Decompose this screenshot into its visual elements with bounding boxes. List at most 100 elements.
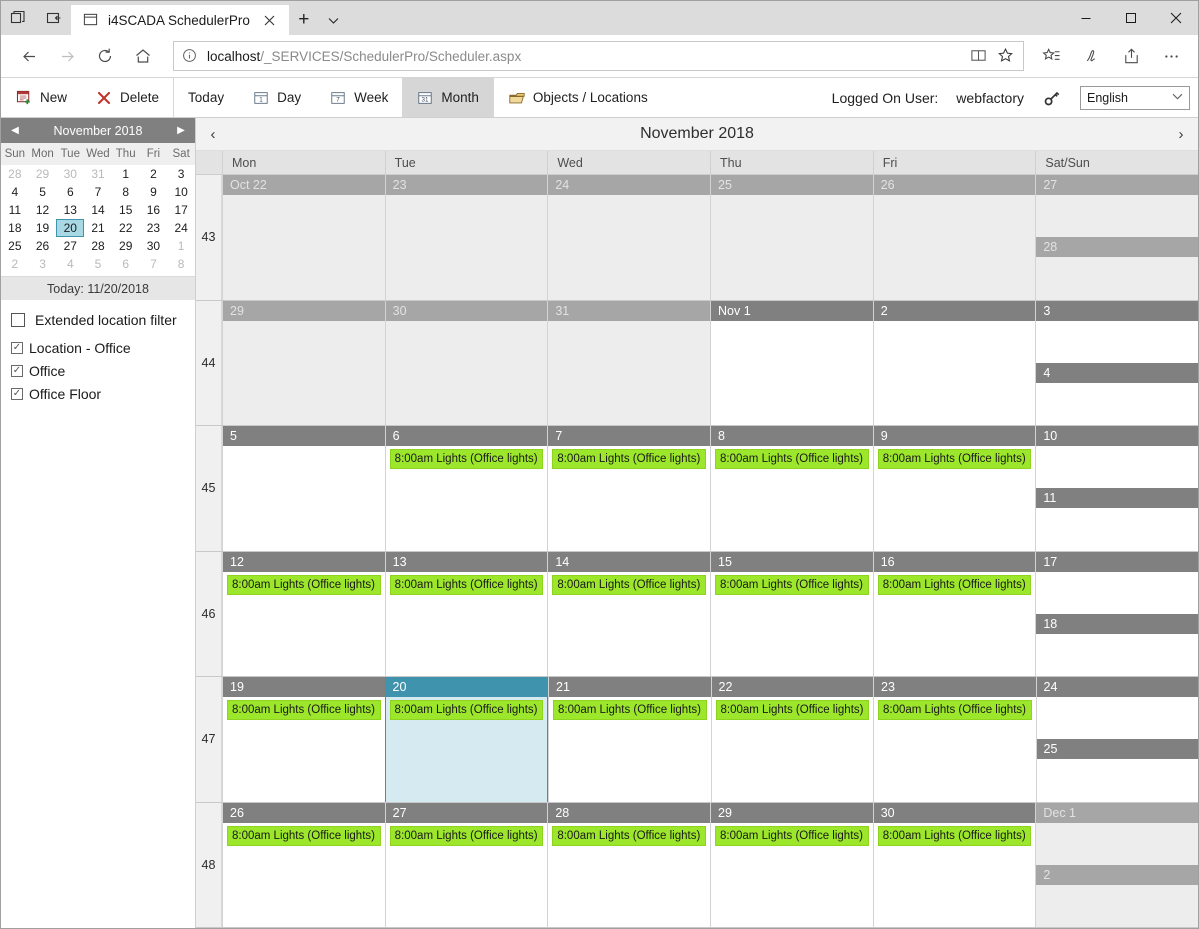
calendar-day-cell[interactable]: 30 xyxy=(384,300,548,425)
mini-day[interactable]: 3 xyxy=(167,165,195,183)
mini-day[interactable]: 1 xyxy=(112,165,140,183)
mini-day[interactable]: 28 xyxy=(1,165,29,183)
mini-day[interactable]: 19 xyxy=(29,219,57,237)
triangle-left-icon[interactable]: ◀ xyxy=(8,125,22,136)
chevron-left-icon[interactable]: ‹ xyxy=(196,118,230,151)
more-ellipsis-icon[interactable] xyxy=(1154,39,1188,73)
mini-day[interactable]: 26 xyxy=(29,237,57,255)
calendar-day-number[interactable]: 15 xyxy=(711,551,873,572)
chevron-right-icon[interactable]: › xyxy=(1164,118,1198,151)
filter-row[interactable]: ✓ Location - Office xyxy=(11,340,195,356)
mini-day[interactable]: 21 xyxy=(84,219,112,237)
new-button[interactable]: New xyxy=(1,78,81,117)
filter-row[interactable]: ✓ Office Floor xyxy=(11,386,195,402)
calendar-day-number[interactable]: 14 xyxy=(548,551,711,572)
calendar-day-number[interactable]: 23 xyxy=(874,677,1036,697)
maximize-icon[interactable] xyxy=(1108,1,1153,35)
calendar-day-cell[interactable]: Nov 1 xyxy=(710,300,873,425)
calendar-day-cell[interactable]: 29 xyxy=(222,300,385,425)
calendar-day-cell[interactable]: 23 xyxy=(384,175,548,300)
calendar-day-cell[interactable]: 25 xyxy=(710,175,873,300)
calendar-event[interactable]: 8:00am Lights (Office lights) xyxy=(227,700,381,720)
mini-day-today[interactable]: 20 xyxy=(56,219,85,237)
calendar-day-number[interactable]: 7 xyxy=(548,426,711,446)
calendar-day-cell-saturday[interactable]: 3 xyxy=(1036,300,1198,363)
mini-day[interactable]: 5 xyxy=(84,255,112,273)
calendar-day-cell[interactable]: 23 8:00am Lights (Office lights) xyxy=(873,677,1036,802)
calendar-day-cell[interactable]: Oct 22 xyxy=(222,175,385,300)
calendar-day-number[interactable]: 31 xyxy=(548,300,711,321)
mini-day[interactable]: 24 xyxy=(167,219,195,237)
mini-day[interactable]: 14 xyxy=(84,201,112,219)
mini-day[interactable]: 9 xyxy=(140,183,168,201)
calendar-day-cell[interactable]: 2 xyxy=(872,300,1036,425)
calendar-day-number[interactable]: 28 xyxy=(548,802,711,823)
calendar-day-cell[interactable]: 28 8:00am Lights (Office lights) xyxy=(547,802,711,927)
mini-day[interactable]: 5 xyxy=(29,183,57,201)
calendar-day-cell[interactable]: 21 8:00am Lights (Office lights) xyxy=(548,677,711,802)
objects-locations-button[interactable]: Objects / Locations xyxy=(494,78,662,117)
close-icon[interactable] xyxy=(259,9,281,31)
calendar-day-cell[interactable]: 6 8:00am Lights (Office lights) xyxy=(384,426,548,551)
mini-day[interactable]: 7 xyxy=(84,183,112,201)
calendar-day-number[interactable]: Nov 1 xyxy=(711,300,873,321)
calendar-day-number[interactable]: 24 xyxy=(548,175,711,195)
mini-day[interactable]: 8 xyxy=(112,183,140,201)
calendar-day-number[interactable]: 30 xyxy=(873,802,1036,823)
calendar-day-cell[interactable]: 16 8:00am Lights (Office lights) xyxy=(872,551,1036,676)
calendar-event[interactable]: 8:00am Lights (Office lights) xyxy=(878,700,1032,720)
calendar-day-cell[interactable]: 13 8:00am Lights (Office lights) xyxy=(384,551,548,676)
mini-day[interactable]: 23 xyxy=(140,219,168,237)
mini-day[interactable]: 3 xyxy=(29,255,57,273)
calendar-day-number[interactable]: 17 xyxy=(1036,551,1198,572)
calendar-day-cell[interactable]: 31 xyxy=(547,300,711,425)
calendar-event[interactable]: 8:00am Lights (Office lights) xyxy=(389,574,544,595)
calendar-day-number[interactable]: 2 xyxy=(873,300,1036,321)
calendar-event[interactable]: 8:00am Lights (Office lights) xyxy=(227,574,381,595)
calendar-day-cell[interactable]: 27 8:00am Lights (Office lights) xyxy=(384,802,548,927)
back-arrow-icon[interactable] xyxy=(11,39,47,73)
calendar-event[interactable]: 8:00am Lights (Office lights) xyxy=(552,449,707,469)
calendar-day-number[interactable]: 5 xyxy=(223,426,385,446)
calendar-day-number[interactable]: 22 xyxy=(711,677,873,697)
chevron-down-icon[interactable] xyxy=(319,5,349,35)
calendar-day-number[interactable]: 29 xyxy=(223,300,385,321)
mini-day[interactable]: 10 xyxy=(167,183,195,201)
mini-day[interactable]: 2 xyxy=(140,165,168,183)
calendar-day-number[interactable]: 25 xyxy=(1036,739,1198,760)
calendar-day-cell-sunday[interactable]: 18 xyxy=(1036,613,1198,676)
calendar-day-cell[interactable]: 8 8:00am Lights (Office lights) xyxy=(710,426,873,551)
calendar-event[interactable]: 8:00am Lights (Office lights) xyxy=(553,700,707,720)
book-icon[interactable] xyxy=(970,47,988,65)
share-icon[interactable] xyxy=(1114,39,1148,73)
extended-location-filter-row[interactable]: Extended location filter xyxy=(11,312,195,328)
calendar-day-cell[interactable]: 30 8:00am Lights (Office lights) xyxy=(872,802,1036,927)
calendar-day-cell[interactable]: 15 8:00am Lights (Office lights) xyxy=(710,551,873,676)
mini-day[interactable]: 7 xyxy=(140,255,168,273)
calendar-day-cell-sunday[interactable]: 4 xyxy=(1036,362,1198,425)
calendar-event[interactable]: 8:00am Lights (Office lights) xyxy=(552,825,707,846)
calendar-day-number[interactable]: 30 xyxy=(385,300,548,321)
window-restore-icon[interactable] xyxy=(7,7,29,29)
calendar-day-number[interactable]: 8 xyxy=(711,426,873,446)
month-view-button[interactable]: 31 Month xyxy=(402,78,493,117)
calendar-day-number[interactable]: 18 xyxy=(1036,613,1198,634)
calendar-day-number[interactable]: 21 xyxy=(549,677,711,697)
calendar-event[interactable]: 8:00am Lights (Office lights) xyxy=(715,700,869,720)
mini-day[interactable]: 29 xyxy=(29,165,57,183)
calendar-event[interactable]: 8:00am Lights (Office lights) xyxy=(715,825,869,846)
calendar-day-cell-selected[interactable]: 20 8:00am Lights (Office lights) xyxy=(384,677,548,802)
mini-day[interactable]: 27 xyxy=(56,237,84,255)
calendar-day-number[interactable]: 10 xyxy=(1036,426,1198,446)
mini-day[interactable]: 4 xyxy=(1,183,29,201)
favorites-star-icon[interactable] xyxy=(1034,39,1068,73)
set-aside-tabs-icon[interactable] xyxy=(43,7,65,29)
calendar-day-number[interactable]: Dec 1 xyxy=(1036,802,1198,823)
mini-day[interactable]: 31 xyxy=(84,165,112,183)
calendar-day-cell[interactable]: 22 8:00am Lights (Office lights) xyxy=(710,677,873,802)
mini-day[interactable]: 4 xyxy=(56,255,84,273)
calendar-day-number[interactable]: 27 xyxy=(1036,175,1198,195)
mini-day[interactable]: 8 xyxy=(167,255,195,273)
mini-day[interactable]: 18 xyxy=(1,219,29,237)
calendar-day-cell-saturday[interactable]: Dec 1 xyxy=(1036,802,1198,865)
